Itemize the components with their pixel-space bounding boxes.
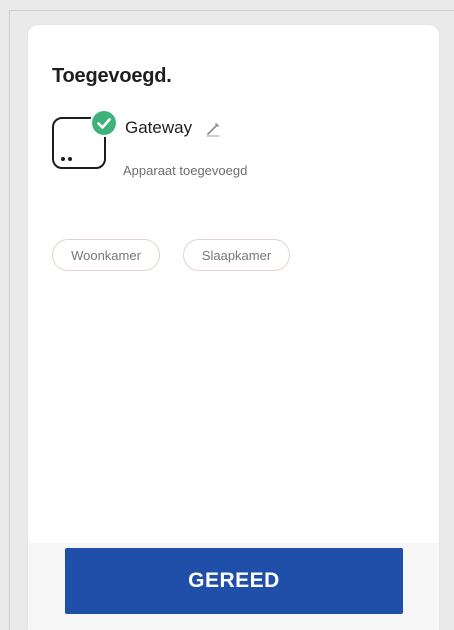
added-device-card: Toegevoegd. Gateway Apparaat toegevoegd … [28,25,439,630]
room-chip-label: Woonkamer [71,247,141,263]
room-chip-slaapkamer[interactable]: Slaapkamer [183,239,290,271]
check-icon [90,109,118,137]
device-led-dot [61,157,65,161]
pencil-icon[interactable] [204,120,222,138]
room-chip-woonkamer[interactable]: Woonkamer [52,239,160,271]
device-status: Apparaat toegevoegd [123,163,248,178]
device-name: Gateway [125,118,193,137]
device-led-dot [68,157,72,161]
done-button[interactable]: GEREED [65,548,403,614]
room-chip-label: Slaapkamer [201,247,272,263]
page-title: Toegevoegd. [52,65,172,87]
